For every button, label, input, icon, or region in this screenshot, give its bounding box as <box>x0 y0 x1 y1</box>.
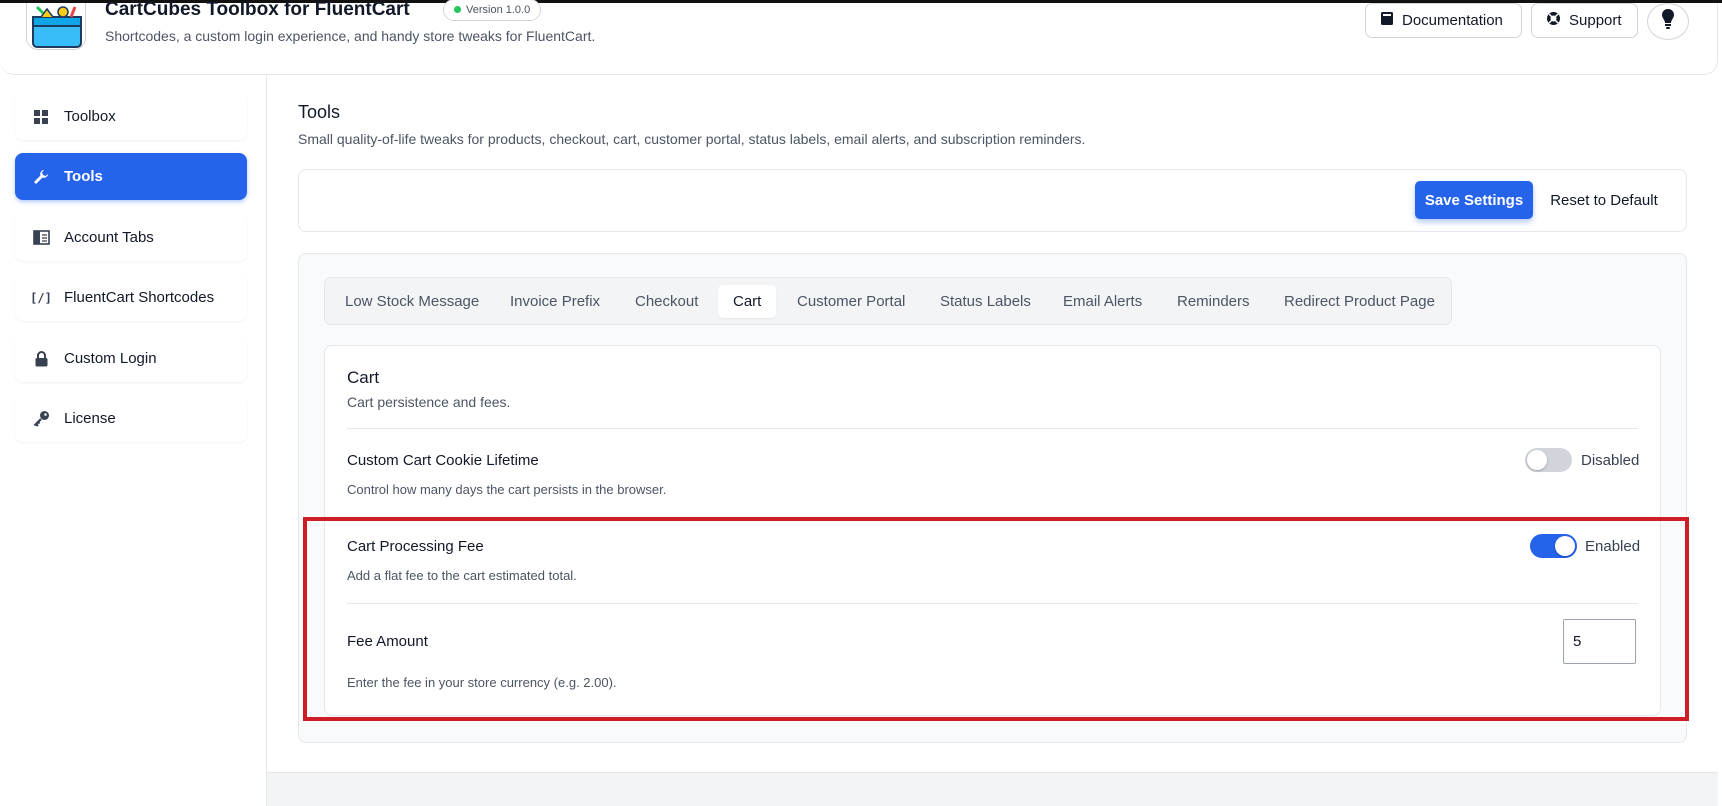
save-settings-button[interactable]: Save Settings <box>1415 181 1533 219</box>
tabs-icon <box>32 229 50 247</box>
cookie-lifetime-state: Disabled <box>1581 452 1640 469</box>
highlight-box <box>303 517 1689 721</box>
sidebar-item-label: Custom Login <box>64 350 157 367</box>
lock-icon <box>32 350 50 368</box>
toolbox-logo <box>26 3 86 50</box>
app-subtitle: Shortcodes, a custom login experience, a… <box>105 28 596 44</box>
tab-low-stock-message[interactable]: Low Stock Message <box>345 285 479 318</box>
tab-invoice-prefix[interactable]: Invoice Prefix <box>510 285 600 318</box>
sidebar-item-label: FluentCart Shortcodes <box>64 289 215 306</box>
page-title: Tools <box>298 102 341 122</box>
sidebar-item-toolbox[interactable]: Toolbox <box>15 93 247 140</box>
documentation-button[interactable]: Documentation <box>1365 3 1522 38</box>
documentation-label: Documentation <box>1402 12 1503 29</box>
section-title: Cart <box>347 368 380 387</box>
tab-reminders[interactable]: Reminders <box>1177 285 1250 318</box>
sidebar-item-label: Tools <box>64 168 103 185</box>
support-button[interactable]: Support <box>1531 3 1638 38</box>
sidebar-item-tools[interactable]: Tools <box>15 153 247 200</box>
sidebar-item-custom-login[interactable]: Custom Login <box>15 335 247 382</box>
sidebar-item-label: Toolbox <box>64 108 116 125</box>
cookie-lifetime-toggle[interactable] <box>1525 448 1572 472</box>
tab-email-alerts[interactable]: Email Alerts <box>1063 285 1142 318</box>
sidebar-item-label: License <box>64 410 116 427</box>
status-dot-icon <box>454 6 461 13</box>
sidebar-item-account-tabs[interactable]: Account Tabs <box>15 214 247 261</box>
sidebar-item-label: Account Tabs <box>64 229 154 246</box>
page-description: Small quality-of-life tweaks for product… <box>298 131 1086 147</box>
shortcode-icon: [/] <box>30 290 52 305</box>
tab-customer-portal[interactable]: Customer Portal <box>797 285 905 318</box>
section-description: Cart persistence and fees. <box>347 394 511 410</box>
cookie-lifetime-help: Control how many days the cart persists … <box>347 482 667 497</box>
toggle-knob <box>1527 450 1547 470</box>
lifebuoy-icon <box>1546 11 1561 30</box>
cookie-lifetime-label: Custom Cart Cookie Lifetime <box>347 452 539 469</box>
lightbulb-icon <box>1661 8 1675 35</box>
grid-icon <box>32 108 50 126</box>
theme-toggle-button[interactable] <box>1647 3 1689 40</box>
tab-checkout[interactable]: Checkout <box>635 285 698 318</box>
key-icon <box>32 410 50 428</box>
app-header: CartCubes Toolbox for FluentCart Version… <box>0 0 1718 75</box>
tab-cart[interactable]: Cart <box>718 285 777 318</box>
wrench-icon <box>32 168 50 186</box>
tab-status-labels[interactable]: Status Labels <box>940 285 1031 318</box>
section-divider <box>347 428 1638 429</box>
support-label: Support <box>1569 12 1622 29</box>
main-footer-area <box>267 772 1718 806</box>
version-badge: Version 1.0.0 <box>443 0 542 21</box>
version-label: Version 1.0.0 <box>466 4 531 16</box>
sidebar-item-license[interactable]: License <box>15 395 247 442</box>
sidebar-item-fluentcart-shortcodes[interactable]: [/] FluentCart Shortcodes <box>15 274 247 321</box>
tab-redirect-product-page[interactable]: Redirect Product Page <box>1284 285 1435 318</box>
book-icon <box>1380 11 1394 30</box>
app-title: CartCubes Toolbox for FluentCart <box>105 0 410 20</box>
reset-to-default-button[interactable]: Reset to Default <box>1541 181 1667 219</box>
